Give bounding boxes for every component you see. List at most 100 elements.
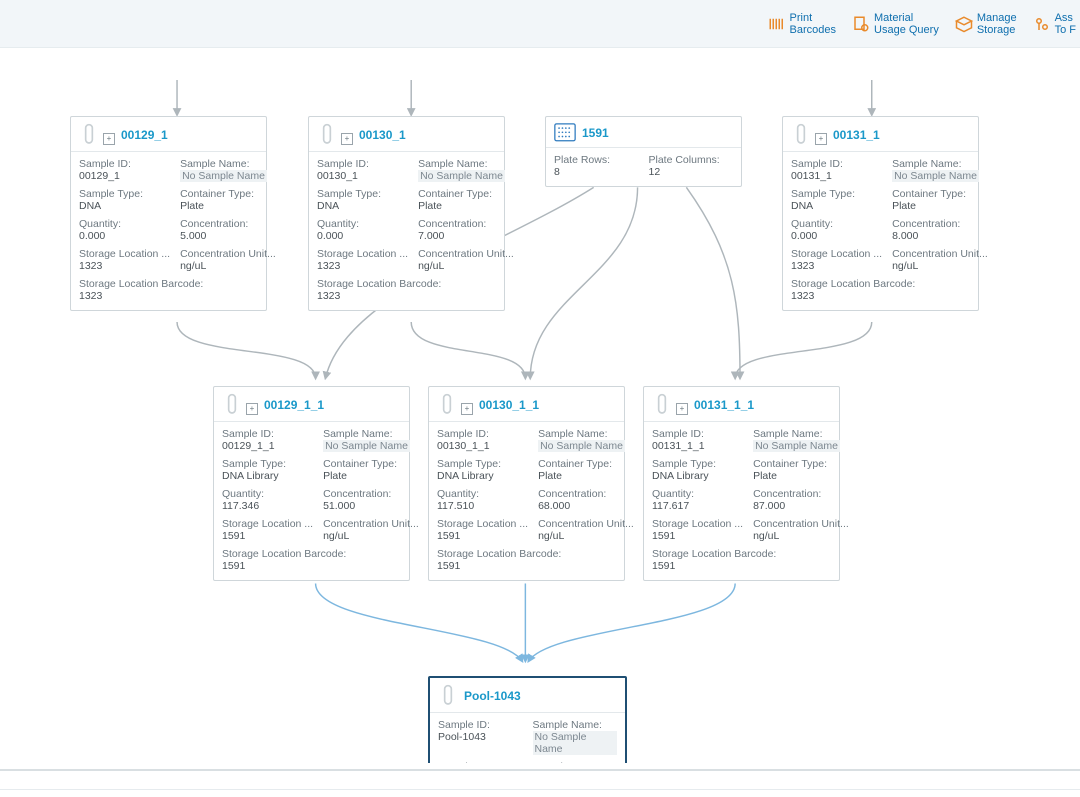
label: Concentration:: [753, 488, 849, 500]
label: Concentration Unit...: [323, 518, 419, 530]
toolbar-label: Usage Query: [874, 24, 939, 36]
toolbar-label: To F: [1055, 24, 1076, 36]
value: 7.000: [418, 230, 514, 242]
label: Sample Name:: [892, 158, 988, 170]
value: 00131_1: [791, 170, 882, 182]
expand-icon[interactable]: +: [246, 403, 258, 415]
sample-title: 00129_1_1: [264, 398, 324, 412]
label: Sample ID:: [652, 428, 743, 440]
sample-card[interactable]: + 00129_1 Sample ID:00129_1 Sample Name:…: [70, 116, 267, 311]
sample-title: 00130_1_1: [479, 398, 539, 412]
box-icon: [955, 15, 973, 33]
label: Sample Type:: [222, 458, 313, 470]
toolbar-label: Manage: [977, 12, 1017, 24]
print-barcodes-button[interactable]: Print Barcodes: [768, 12, 836, 36]
label: Container Type:: [180, 188, 276, 200]
expand-icon[interactable]: +: [676, 403, 688, 415]
label: Quantity:: [317, 218, 408, 230]
sample-card[interactable]: + 00129_1_1 Sample ID:00129_1_1 Sample N…: [213, 386, 410, 581]
label: Sample ID:: [791, 158, 882, 170]
value: 117.510: [437, 500, 528, 512]
value: 8: [554, 166, 639, 178]
label: Quantity:: [437, 488, 528, 500]
value: 00129_1: [79, 170, 170, 182]
label: Sample ID:: [438, 719, 523, 731]
value: DNA Library: [437, 470, 528, 482]
label: Sample ID:: [222, 428, 313, 440]
value: 1591: [652, 530, 743, 542]
label: Storage Location Barcode:: [437, 548, 634, 560]
value: 1323: [79, 290, 276, 302]
label: Concentration:: [180, 218, 276, 230]
value: DNA: [79, 200, 170, 212]
assign-button[interactable]: Ass To F: [1033, 12, 1076, 36]
expand-icon[interactable]: +: [103, 133, 115, 145]
sample-card[interactable]: + 00130_1_1 Sample ID:00130_1_1 Sample N…: [428, 386, 625, 581]
toolbar-label: Storage: [977, 24, 1017, 36]
tube-icon: [79, 123, 99, 147]
sample-card[interactable]: + 00131_1_1 Sample ID:00131_1_1 Sample N…: [643, 386, 840, 581]
value: Plate: [323, 470, 419, 482]
value: 1323: [317, 290, 514, 302]
manage-storage-button[interactable]: Manage Storage: [955, 12, 1017, 36]
label: Sample Type:: [791, 188, 882, 200]
label: Container Type:: [323, 458, 419, 470]
footer-divider: [0, 763, 1080, 797]
value: DNA Library: [652, 470, 743, 482]
pool-card[interactable]: Pool-1043 Sample ID:Pool-1043 Sample Nam…: [428, 676, 627, 763]
value: No Sample Name: [418, 170, 505, 182]
label: Storage Location Barcode:: [317, 278, 514, 290]
value: 1591: [437, 560, 634, 572]
tube-icon: [317, 123, 337, 147]
label: Concentration Unit...: [180, 248, 276, 260]
value: Plate: [538, 470, 634, 482]
toolbar-label: Material: [874, 12, 939, 24]
search-doc-icon: [852, 15, 870, 33]
label: Quantity:: [222, 488, 313, 500]
label: Storage Location Barcode:: [79, 278, 276, 290]
label: Storage Location Barcode:: [791, 278, 988, 290]
expand-icon[interactable]: +: [341, 133, 353, 145]
barcode-icon: [768, 15, 786, 33]
sample-title: 00130_1: [359, 128, 406, 142]
plate-icon: [554, 123, 576, 143]
value: Plate: [180, 200, 276, 212]
lineage-canvas[interactable]: + 00129_1 Sample ID:00129_1 Sample Name:…: [0, 80, 1080, 763]
label: Quantity:: [791, 218, 882, 230]
value: 5.000: [180, 230, 276, 242]
value: 0.000: [791, 230, 882, 242]
label: Storage Location Barcode:: [652, 548, 849, 560]
expand-icon[interactable]: +: [815, 133, 827, 145]
label: Plate Rows:: [554, 154, 639, 166]
label: Sample Name:: [533, 719, 618, 731]
toolbar: Print Barcodes Material Usage Query Mana…: [0, 0, 1080, 48]
value: 117.617: [652, 500, 743, 512]
value: ng/uL: [418, 260, 514, 272]
toolbar-label: Ass: [1055, 12, 1076, 24]
label: Storage Location Barcode:: [222, 548, 419, 560]
value: DNA: [317, 200, 408, 212]
plate-card[interactable]: 1591 Plate Rows:8 Plate Columns:12: [545, 116, 742, 187]
expand-icon[interactable]: +: [461, 403, 473, 415]
value: 12: [649, 166, 734, 178]
label: Sample Name:: [538, 428, 634, 440]
value: 1323: [317, 260, 408, 272]
label: Storage Location ...: [652, 518, 743, 530]
value: 00130_1_1: [437, 440, 528, 452]
label: Concentration Unit...: [538, 518, 634, 530]
value: No Sample Name: [180, 170, 267, 182]
tube-icon: [222, 393, 242, 417]
sample-card[interactable]: + 00130_1 Sample ID:00130_1 Sample Name:…: [308, 116, 505, 311]
toolbar-label: Print: [790, 12, 836, 24]
label: Storage Location ...: [317, 248, 408, 260]
label: Concentration Unit...: [418, 248, 514, 260]
sample-card[interactable]: + 00131_1 Sample ID:00131_1 Sample Name:…: [782, 116, 979, 311]
label: Quantity:: [79, 218, 170, 230]
value: Pool-1043: [438, 731, 523, 743]
value: No Sample Name: [323, 440, 410, 452]
tube-icon: [652, 393, 672, 417]
label: Concentration:: [418, 218, 514, 230]
material-usage-query-button[interactable]: Material Usage Query: [852, 12, 939, 36]
assign-icon: [1033, 15, 1051, 33]
value: 68.000: [538, 500, 634, 512]
